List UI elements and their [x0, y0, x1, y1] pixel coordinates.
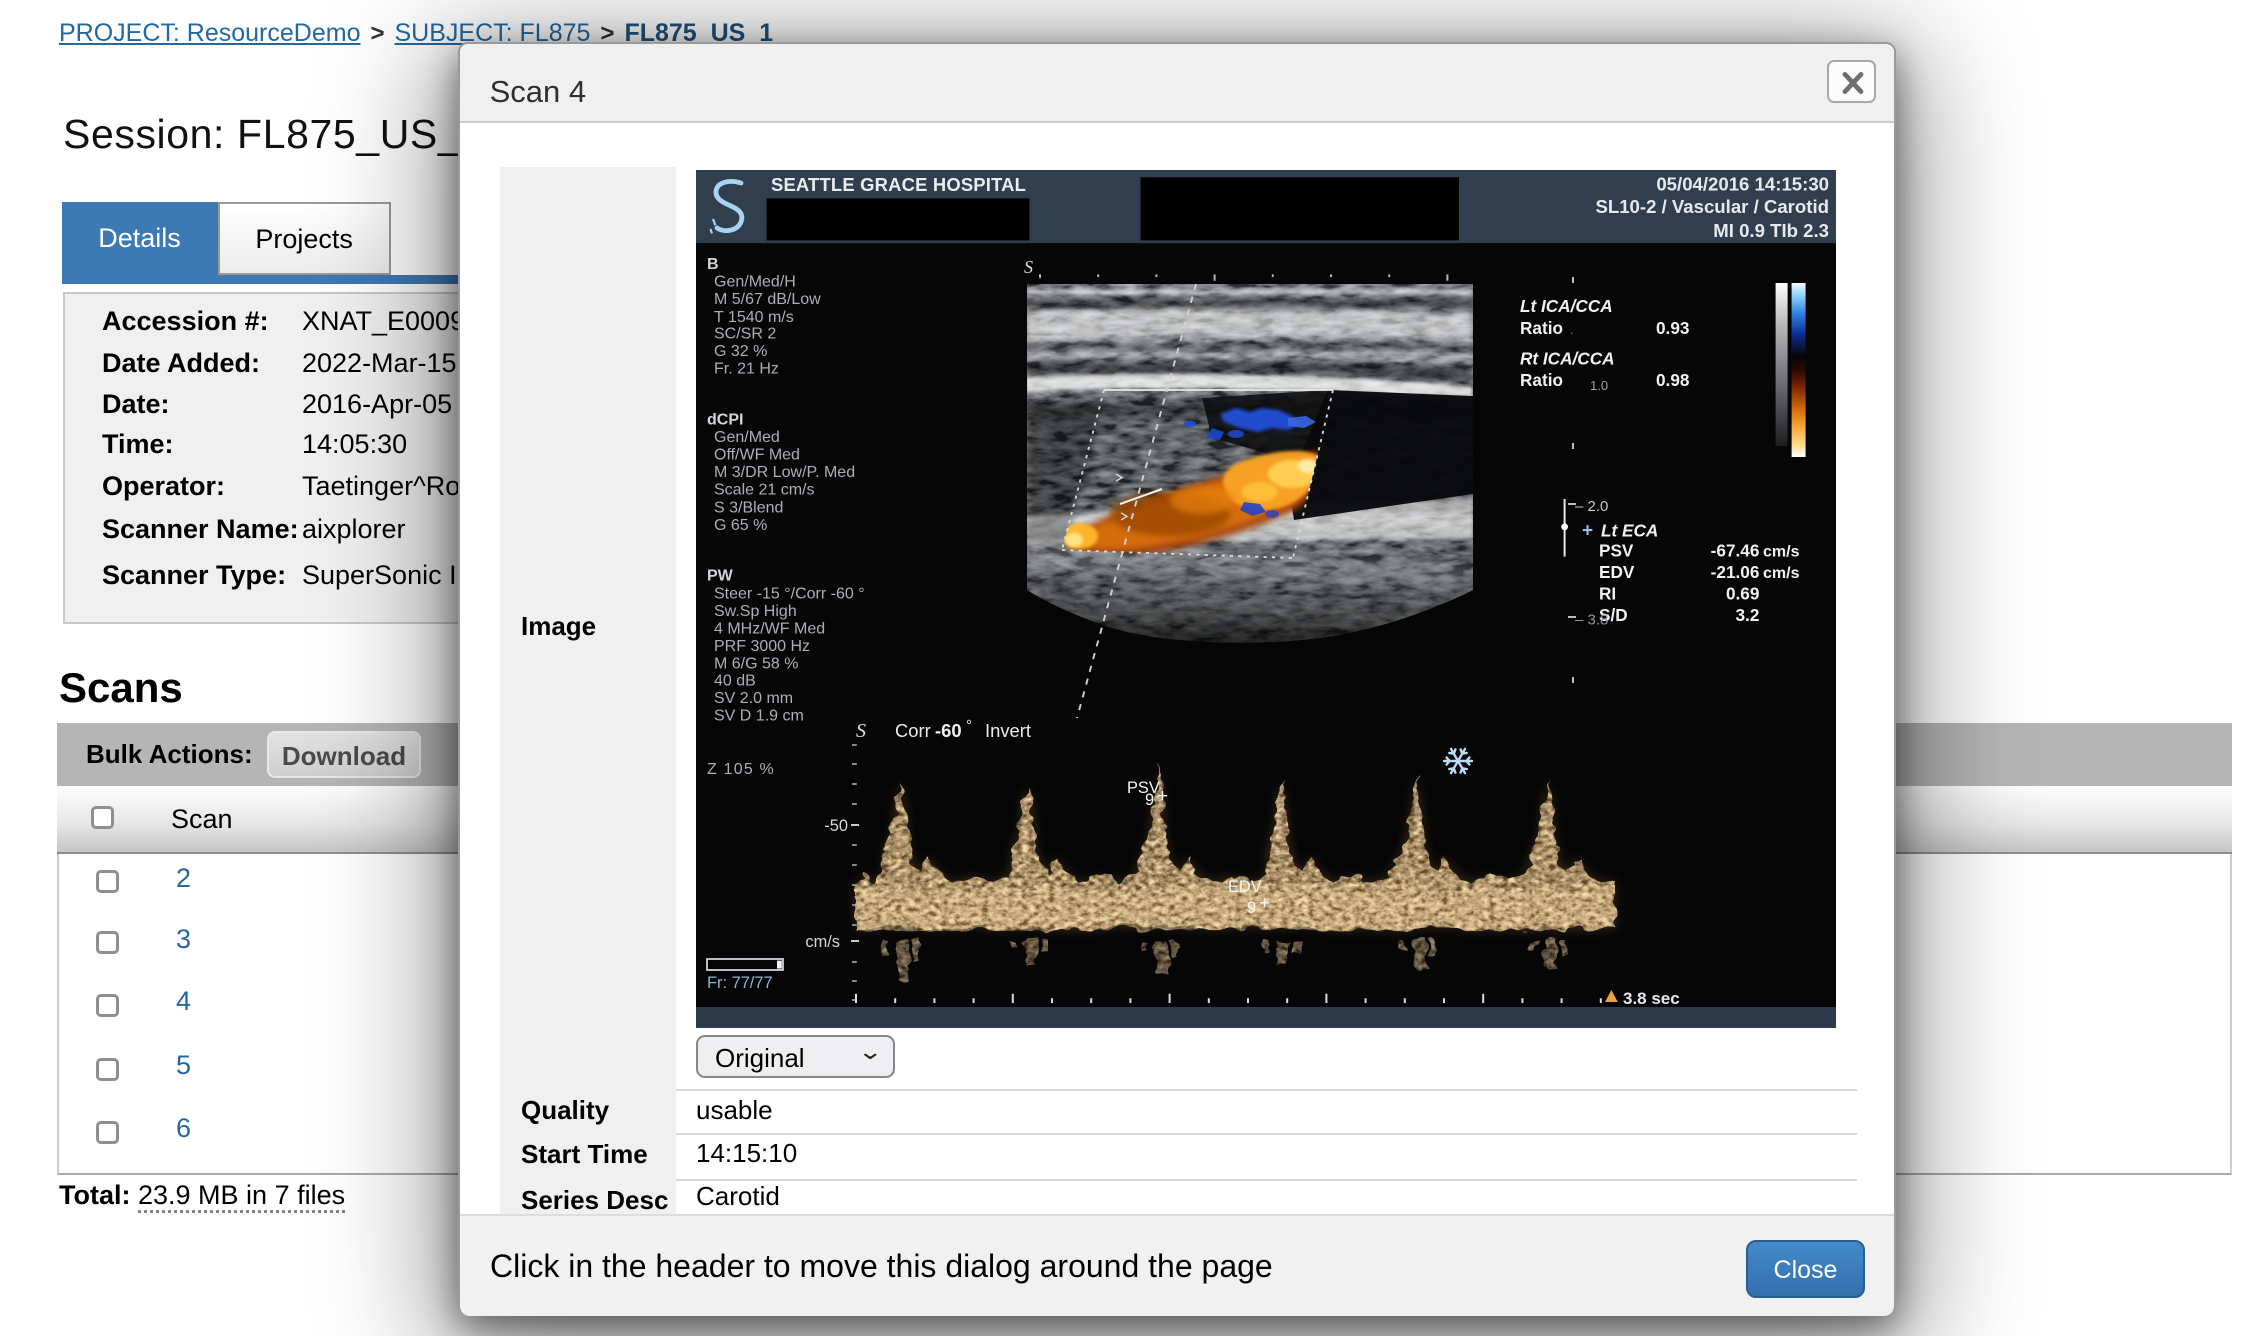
- svg-text:05/04/2016 14:15:30: 05/04/2016 14:15:30: [1656, 174, 1829, 195]
- svg-text:S: S: [856, 720, 866, 742]
- svg-text:M 6/G 58 %: M 6/G 58 %: [714, 655, 798, 672]
- svg-text:3.8 sec: 3.8 sec: [1623, 989, 1680, 1008]
- svg-text:PW: PW: [707, 568, 734, 585]
- svg-text:PRF 3000 Hz: PRF 3000 Hz: [714, 638, 810, 655]
- svg-text:Gen/Med: Gen/Med: [714, 429, 780, 446]
- svg-text:,: ,: [1038, 264, 1042, 280]
- svg-text:EDV: EDV: [1599, 562, 1635, 582]
- svg-text:Fr. 21 Hz: Fr. 21 Hz: [714, 361, 779, 378]
- svg-text:1.0: 1.0: [1590, 378, 1608, 393]
- svg-text:– 3.8: – 3.8: [1575, 611, 1608, 628]
- svg-text:Ratio: Ratio: [1520, 370, 1563, 390]
- svg-text:4 MHz/WF Med: 4 MHz/WF Med: [714, 620, 825, 637]
- svg-text:RI: RI: [1599, 583, 1616, 603]
- svg-text:SEATTLE GRACE HOSPITAL: SEATTLE GRACE HOSPITAL: [771, 174, 1026, 195]
- svg-text:Off/WF Med: Off/WF Med: [714, 447, 800, 464]
- svg-text:Scale 21 cm/s: Scale 21 cm/s: [714, 482, 814, 499]
- svg-text:cm/s: cm/s: [805, 933, 840, 951]
- svg-text:+: +: [1582, 521, 1593, 542]
- svg-text:°: °: [966, 717, 972, 734]
- svg-text:-67.46: -67.46: [1711, 541, 1760, 561]
- svg-text:3.2: 3.2: [1735, 605, 1759, 625]
- svg-text:0.69: 0.69: [1726, 583, 1759, 603]
- svg-text:Invert: Invert: [985, 720, 1031, 741]
- svg-text:SV D 1.9 cm: SV D 1.9 cm: [714, 708, 804, 725]
- svg-text:0.93: 0.93: [1656, 318, 1689, 338]
- svg-text:dCPI: dCPI: [707, 412, 743, 429]
- svg-text:cm/s: cm/s: [1763, 544, 1800, 561]
- svg-text:G 32 %: G 32 %: [714, 343, 767, 360]
- svg-text:Fr: 77/77: Fr: 77/77: [707, 974, 773, 992]
- svg-text:T 1540 m/s: T 1540 m/s: [714, 309, 794, 326]
- svg-text:0.98: 0.98: [1656, 370, 1690, 390]
- svg-text:PSV: PSV: [1127, 779, 1160, 797]
- svg-text:SV 2.0 mm: SV 2.0 mm: [714, 690, 793, 707]
- svg-text:EDV: EDV: [1228, 878, 1262, 896]
- svg-text:S: S: [1024, 257, 1033, 277]
- svg-text:+: +: [1157, 786, 1168, 807]
- svg-text:Gen/Med/H: Gen/Med/H: [714, 274, 796, 291]
- svg-text:Rt ICA/CCA: Rt ICA/CCA: [1520, 348, 1615, 368]
- svg-text:Sw.Sp High: Sw.Sp High: [714, 603, 797, 620]
- svg-text:40 dB: 40 dB: [714, 673, 756, 690]
- svg-text:+: +: [1259, 893, 1270, 914]
- svg-text:M 3/DR Low/P. Med: M 3/DR Low/P. Med: [714, 464, 855, 481]
- svg-text:-50: -50: [824, 817, 848, 835]
- svg-text:9: 9: [1145, 791, 1154, 809]
- svg-text:cm/s: cm/s: [1763, 565, 1800, 582]
- svg-text:-60: -60: [935, 720, 962, 741]
- svg-text:B: B: [707, 256, 719, 273]
- svg-text:– 2.0: – 2.0: [1575, 498, 1608, 515]
- svg-text:S 3/Blend: S 3/Blend: [714, 500, 783, 517]
- svg-text:M 5/67 dB/Low: M 5/67 dB/Low: [714, 291, 821, 308]
- svg-text:Lt ICA/CCA: Lt ICA/CCA: [1520, 296, 1613, 316]
- svg-text:9: 9: [1247, 899, 1256, 917]
- svg-text:Lt ECA: Lt ECA: [1601, 521, 1658, 541]
- svg-text:SL10-2 / Vascular / Carotid: SL10-2 / Vascular / Carotid: [1595, 196, 1829, 217]
- svg-text:G 65 %: G 65 %: [714, 517, 767, 534]
- svg-text:SC/SR 2: SC/SR 2: [714, 326, 776, 343]
- svg-text:Ratio: Ratio: [1520, 318, 1563, 338]
- svg-text:Steer -15 °/Corr -60 °: Steer -15 °/Corr -60 °: [714, 585, 865, 602]
- svg-text:PSV: PSV: [1599, 541, 1634, 561]
- svg-text:Corr: Corr: [895, 720, 931, 741]
- svg-text:.: .: [1570, 323, 1573, 337]
- svg-text:-21.06: -21.06: [1711, 562, 1760, 582]
- svg-text:MI 0.9 TIb 2.3: MI 0.9 TIb 2.3: [1713, 220, 1829, 241]
- svg-text:Z 105 %: Z 105 %: [707, 761, 775, 778]
